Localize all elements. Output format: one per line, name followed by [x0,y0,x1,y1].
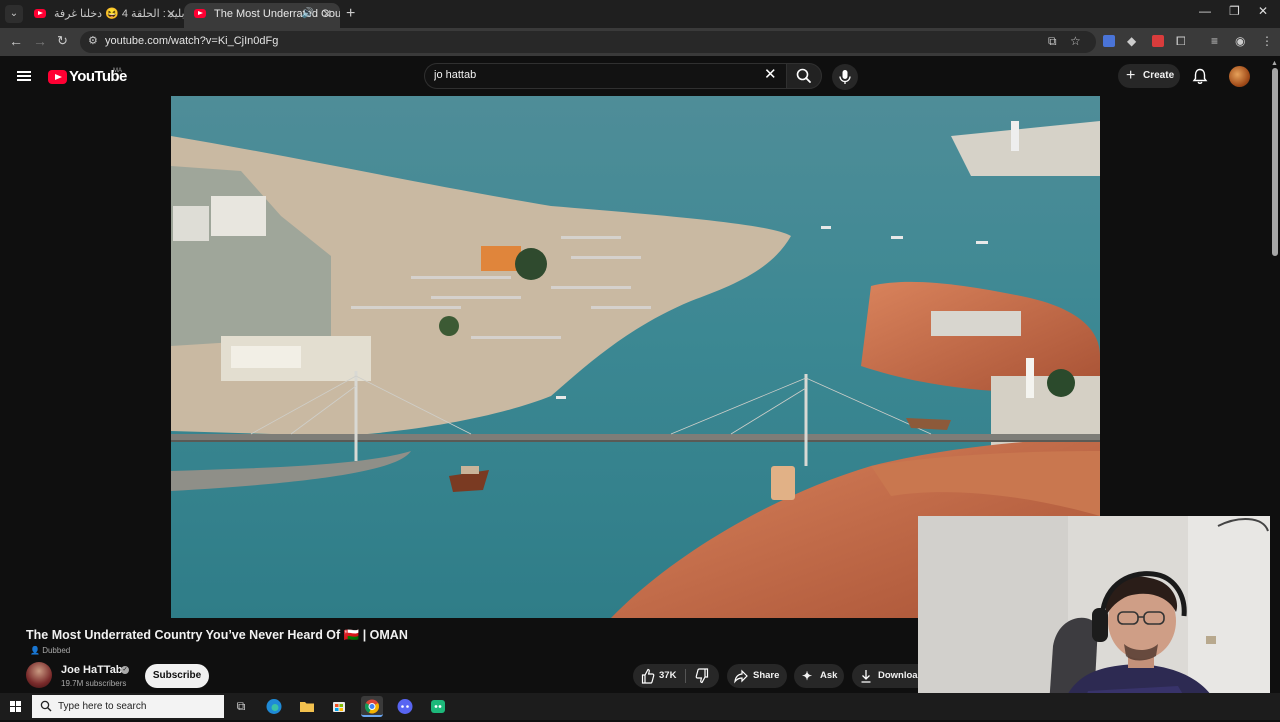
chat-app-icon[interactable] [427,696,449,717]
account-avatar[interactable] [1229,66,1250,87]
microsoft-store-icon[interactable] [328,696,350,717]
youtube-favicon-icon [34,9,46,18]
taskbar-search-box[interactable]: Type here to search [32,695,224,718]
bookmark-star-icon[interactable]: ☆ [1070,34,1081,48]
profile-icon[interactable]: ◉ [1235,34,1245,48]
extensions-puzzle-icon[interactable]: ⧠ [1176,34,1186,49]
browser-tab-title: عالم بليد : الحلقة 4 😆 دخلنا غرفة [54,8,184,20]
minimize-window-icon[interactable]: — [1199,4,1211,18]
edge-browser-icon[interactable] [263,696,285,717]
clear-search-icon[interactable]: ✕ [764,67,777,82]
dubbed-text: Dubbed [42,646,71,655]
create-button[interactable]: + Create [1118,64,1180,88]
youtube-logo-icon[interactable] [48,70,67,84]
search-icon [796,68,811,83]
youtube-favicon-icon [194,9,206,18]
close-tab-icon[interactable]: ✕ [166,3,176,25]
download-label: Download [878,670,924,681]
thumbs-up-icon [641,668,655,684]
close-tab-icon[interactable]: ✕ [322,3,332,25]
share-label: Share [753,670,780,681]
youtube-masthead: YouTube MA ✕ + Create [0,56,1280,96]
reload-icon[interactable]: ↻ [57,33,68,49]
guide-menu-icon[interactable] [17,71,31,81]
notifications-bell-icon[interactable] [1192,68,1208,85]
sparkle-icon: ✦ [802,669,813,683]
search-button[interactable] [786,63,822,89]
ask-label: Ask [820,670,838,681]
discord-icon[interactable] [394,696,416,717]
search-box[interactable] [424,63,786,89]
channel-name[interactable]: Joe HaTTab [61,664,123,676]
forward-arrow-icon[interactable]: → [33,33,47,49]
share-button[interactable]: Share [727,664,787,688]
task-view-icon[interactable]: ⧉ [230,696,252,717]
taskbar-search-placeholder: Type here to search [58,701,147,712]
browser-tab-2[interactable]: The Most Underrated Coun 🔊 ✕ [184,3,340,28]
dubbed-icon: 👤 [30,646,40,655]
search-input[interactable] [434,69,734,81]
dubbed-label: 👤 Dubbed [30,646,70,655]
url-text[interactable]: youtube.com/watch?v=Ki_CjIn0dFg [105,35,278,47]
browser-tab-1[interactable]: عالم بليد : الحلقة 4 😆 دخلنا غرفة ✕ [24,3,184,28]
webcam-overlay [918,516,1280,720]
translate-extension-icon[interactable] [1103,35,1115,47]
thumbs-down-icon [695,668,709,684]
country-code: MA [113,68,122,74]
extension-red-icon[interactable] [1152,35,1164,47]
verified-badge-icon: ✓ [121,666,129,674]
audio-playing-icon[interactable]: 🔊 [302,3,314,25]
restore-window-icon[interactable]: ❐ [1229,4,1240,18]
windows-start-icon[interactable] [10,701,21,712]
create-button-label: Create [1143,70,1175,81]
scroll-up-arrow-icon[interactable]: ▲ [1271,60,1278,67]
close-window-icon[interactable]: ✕ [1258,4,1268,18]
scrollbar-thumb[interactable] [1272,68,1278,256]
plus-icon: + [1126,67,1136,84]
like-dislike-group: 37K [633,664,719,688]
webcam-person-image [918,516,1280,720]
like-divider [685,669,686,683]
browser-toolbar: ← → ↻ ⚙ youtube.com/watch?v=Ki_CjIn0dFg … [0,28,1280,56]
address-bar[interactable]: ⚙ youtube.com/watch?v=Ki_CjIn0dFg [80,31,1096,53]
browser-menu-icon[interactable]: ⋮ [1261,34,1273,48]
ask-button[interactable]: ✦ Ask [794,664,844,688]
install-app-icon[interactable]: ⧉ [1048,34,1057,49]
extension-diamond-icon[interactable]: ◆ [1127,34,1136,48]
microphone-icon [839,70,851,84]
browser-tab-strip: ⌄ عالم بليد : الحلقة 4 😆 دخلنا غرفة ✕ Th… [0,0,1280,28]
chrome-browser-icon[interactable] [361,696,383,717]
search-icon [40,700,52,712]
voice-search-button[interactable] [832,64,858,90]
channel-avatar[interactable] [26,662,52,688]
subscribe-button[interactable]: Subscribe [145,664,209,688]
new-tab-button[interactable]: + [346,5,355,23]
download-icon [860,664,872,688]
media-control-icon[interactable]: ≡ [1211,34,1218,48]
tab-search-button[interactable]: ⌄ [5,5,23,23]
video-title: The Most Underrated Country You’ve Never… [26,628,408,642]
subscriber-count: 19.7M subscribers [61,679,127,688]
site-info-icon[interactable]: ⚙ [88,34,98,47]
like-count[interactable]: 37K [659,664,676,688]
windows-taskbar: Type here to search ⧉ [0,693,1280,720]
file-explorer-icon[interactable] [296,696,318,717]
back-arrow-icon[interactable]: ← [9,33,23,49]
